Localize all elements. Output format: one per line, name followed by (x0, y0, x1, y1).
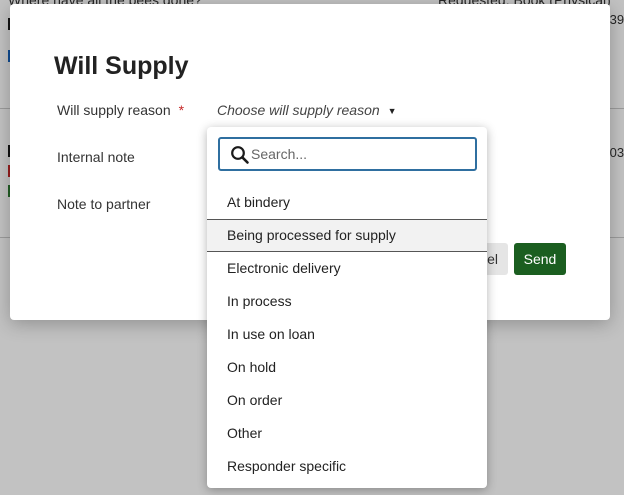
dropdown-option[interactable]: On order (207, 384, 487, 417)
dropdown-search-box (218, 137, 477, 171)
dropdown-option[interactable]: In use on loan (207, 318, 487, 351)
will-supply-reason-label-text: Will supply reason (57, 102, 171, 118)
caret-down-icon: ▼ (387, 106, 397, 116)
required-marker: * (178, 102, 185, 118)
internal-note-label: Internal note (57, 149, 135, 165)
search-icon (231, 146, 249, 164)
dropdown-option[interactable]: At bindery (207, 186, 487, 219)
will-supply-reason-select[interactable]: Choose will supply reason ▼ (217, 102, 397, 118)
dropdown-option[interactable]: In process (207, 285, 487, 318)
dropdown-search-input[interactable] (251, 143, 471, 165)
dropdown-option[interactable]: Electronic delivery (207, 252, 487, 285)
dropdown-option[interactable]: Other (207, 417, 487, 450)
send-button[interactable]: Send (514, 243, 566, 275)
dropdown-option-list: At bindery Being processed for supply Elec… (207, 186, 487, 483)
modal-title: Will Supply (54, 52, 189, 80)
will-supply-reason-label: Will supply reason * (57, 102, 184, 118)
dropdown-option[interactable]: Responder specific (207, 450, 487, 483)
dropdown-option[interactable]: Being processed for supply (207, 219, 487, 252)
dropdown-option[interactable]: On hold (207, 351, 487, 384)
will-supply-reason-placeholder: Choose will supply reason (217, 102, 380, 118)
note-to-partner-label: Note to partner (57, 196, 151, 212)
reason-dropdown-menu: At binderyBeing processed for supplyElec… (207, 127, 487, 488)
